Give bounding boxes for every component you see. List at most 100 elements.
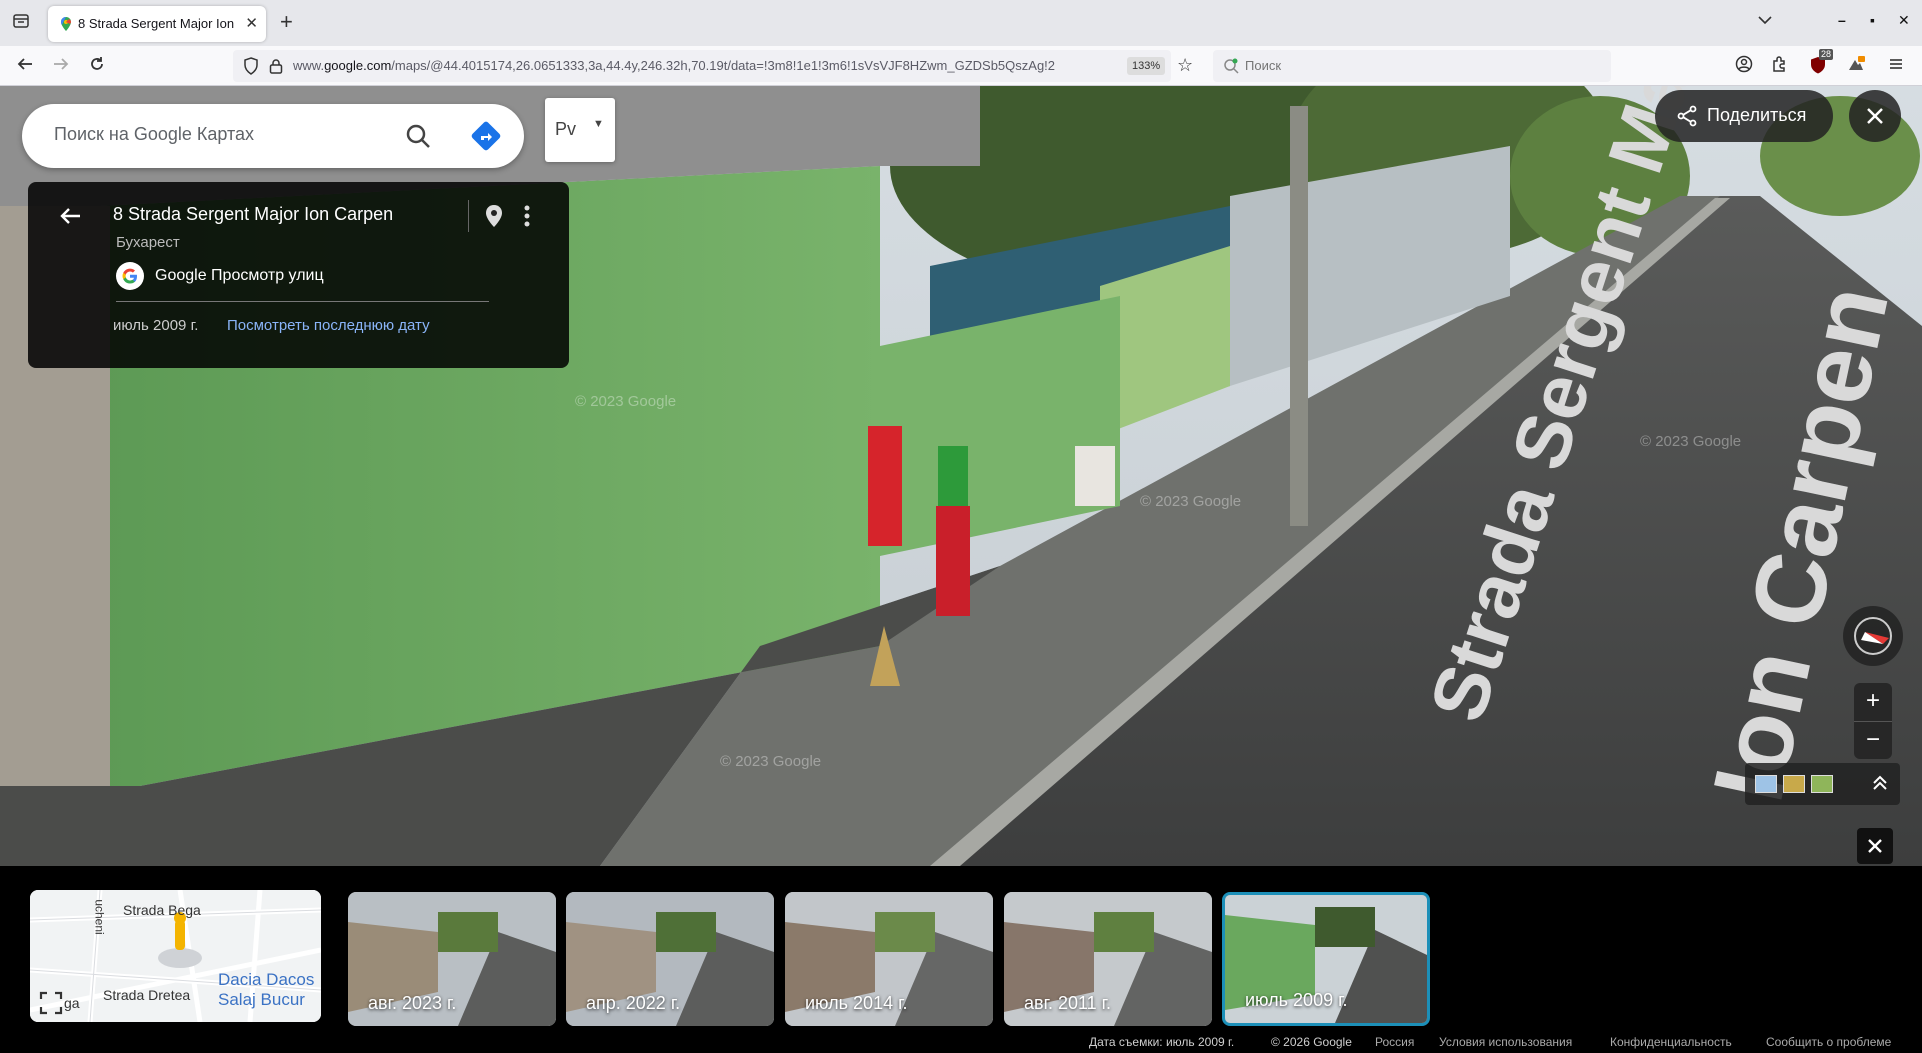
close-icon	[1868, 839, 1882, 853]
card-divider	[468, 200, 469, 232]
caret-down-icon[interactable]: ▼	[593, 118, 604, 130]
minimap-label-2: ucheni	[92, 899, 107, 935]
timeline-frame-label: июль 2014 г.	[805, 993, 908, 1013]
minimap-label-1: Strada Bega	[123, 902, 201, 918]
url-host: google.com	[324, 58, 392, 73]
back-arrow-icon[interactable]	[14, 55, 36, 77]
browser-nav-bar: www.google.com/maps/@44.4015174,26.06513…	[0, 46, 1922, 86]
share-icon	[1677, 105, 1697, 127]
window-maximize-button[interactable]: ▪	[1870, 12, 1875, 28]
timeline-frame-4-active[interactable]: июль 2009 г.	[1222, 892, 1430, 1026]
close-street-view-button[interactable]	[1849, 90, 1901, 142]
maps-search-box	[22, 104, 524, 168]
compass-control[interactable]	[1843, 606, 1903, 666]
tab-close-icon[interactable]: ✕	[245, 14, 258, 32]
footer-privacy-link[interactable]: Конфиденциальность	[1610, 1035, 1732, 1049]
window-close-button[interactable]: ✕	[1898, 12, 1910, 29]
zoom-level-badge[interactable]: 133%	[1127, 57, 1166, 75]
tab-list-icon[interactable]	[10, 12, 32, 34]
minimap-label-4: Dacia Dacos	[218, 970, 315, 989]
close-filmstrip-button[interactable]	[1857, 828, 1893, 864]
search-engine-icon	[1224, 58, 1239, 74]
ublock-shield-icon[interactable]: 28	[1807, 49, 1834, 77]
google-logo-icon	[116, 262, 144, 290]
layer-thumb-sand[interactable]	[1783, 775, 1805, 793]
timeline-frame-label: авг. 2011 г.	[1024, 993, 1112, 1013]
extension-badge-icon[interactable]	[1845, 55, 1867, 77]
watermark-3: © 2023 Google	[1640, 433, 1741, 450]
account-icon[interactable]	[1733, 55, 1755, 77]
url-bar[interactable]: www.google.com/maps/@44.4015174,26.06513…	[233, 50, 1171, 82]
zoom-control: + −	[1854, 683, 1892, 759]
url-text[interactable]: www.google.com/maps/@44.4015174,26.06513…	[293, 58, 1093, 73]
layer-label: Рv	[555, 119, 577, 139]
watermark-1: © 2023 Google	[575, 393, 676, 410]
layer-switch-button[interactable]: Рv ▼	[545, 98, 615, 162]
minimap-label-5: Salaj Bucur	[218, 990, 305, 1009]
timeline-frame-1[interactable]: апр. 2022 г.	[566, 892, 774, 1026]
footer-report-link[interactable]: Сообщить о проблеме	[1766, 1035, 1891, 1049]
timeline-frame-2[interactable]: июль 2014 г.	[785, 892, 993, 1026]
footer-copyright: © 2026 Google	[1271, 1035, 1352, 1049]
maps-favicon-icon	[61, 17, 71, 31]
url-path: /maps/@44.4015174,26.0651333,3a,44.4y,24…	[391, 58, 1056, 73]
compass-icon	[1854, 617, 1892, 655]
bookmark-star-icon[interactable]: ☆	[1177, 55, 1193, 76]
search-icon[interactable]	[402, 120, 434, 152]
footer-terms-link[interactable]: Условия использования	[1439, 1035, 1572, 1049]
capture-date: июль 2009 г.	[113, 317, 199, 334]
footer-region-link[interactable]: Россия	[1375, 1035, 1414, 1049]
share-button[interactable]: Поделиться	[1655, 90, 1833, 142]
card-divider-horizontal	[116, 301, 489, 302]
extensions-puzzle-icon[interactable]	[1769, 55, 1791, 77]
reload-icon[interactable]	[86, 55, 108, 77]
browser-tab-bar: 8 Strada Sergent Major Ion C ✕ + – ▪ ✕	[0, 0, 1922, 46]
timeline-frame-label: апр. 2022 г.	[586, 993, 681, 1013]
hamburger-menu-icon[interactable]	[1885, 55, 1907, 77]
directions-icon[interactable]	[470, 120, 502, 152]
close-icon	[1867, 108, 1883, 124]
zoom-in-button[interactable]: +	[1854, 683, 1892, 721]
location-pin-icon[interactable]	[480, 202, 508, 230]
imagery-source: Google Просмотр улиц	[155, 267, 324, 284]
maps-search-input[interactable]	[54, 124, 374, 145]
window-minimize-button[interactable]: –	[1838, 12, 1846, 28]
place-subtitle: Бухарест	[116, 234, 180, 251]
timeline-filmstrip: Strada Bega ucheni Strada Dretea Dacia D…	[0, 866, 1922, 1053]
maps-footer: Дата съемки: июль 2009 г. © 2026 Google …	[0, 1032, 1922, 1053]
expand-up-icon[interactable]	[1869, 771, 1891, 795]
browser-tab-active[interactable]: 8 Strada Sergent Major Ion C ✕	[48, 6, 266, 42]
layer-thumb-grass[interactable]	[1811, 775, 1833, 793]
tracking-shield-icon[interactable]	[243, 57, 259, 75]
watermark-4: © 2023 Google	[720, 753, 821, 770]
watermark-2: © 2023 Google	[1140, 493, 1241, 510]
see-latest-date-link[interactable]: Посмотреть последнюю дату	[227, 317, 430, 334]
browser-search-bar[interactable]	[1213, 50, 1611, 82]
layer-thumb-sky[interactable]	[1755, 775, 1777, 793]
minimap-label-3: Strada Dretea	[103, 987, 191, 1003]
timeline-frame-0[interactable]: авг. 2023 г.	[348, 892, 556, 1026]
tab-title: 8 Strada Sergent Major Ion C	[78, 16, 238, 31]
browser-search-input[interactable]	[1245, 58, 1585, 73]
zoom-out-button[interactable]: −	[1854, 721, 1892, 759]
lock-icon[interactable]	[269, 58, 283, 74]
fullscreen-icon[interactable]	[38, 990, 64, 1016]
tab-overflow-chevron-icon[interactable]	[1758, 12, 1772, 28]
street-view-viewport[interactable]: Strada Sergent Major Ion Carpen © 2023 G…	[0, 86, 1922, 866]
back-arrow-icon[interactable]	[56, 202, 84, 230]
share-label: Поделиться	[1707, 105, 1807, 125]
footer-capture-date: Дата съемки: июль 2009 г.	[1089, 1035, 1235, 1049]
timeline-frame-label: июль 2009 г.	[1245, 990, 1348, 1010]
place-info-card: 8 Strada Sergent Major Ion Carpen Бухаре…	[28, 182, 569, 368]
url-prefix: www.	[293, 58, 325, 73]
timeline-frame-3[interactable]: авг. 2011 г.	[1004, 892, 1212, 1026]
mini-map[interactable]: Strada Bega ucheni Strada Dretea Dacia D…	[30, 890, 321, 1022]
place-title: 8 Strada Sergent Major Ion Carpen	[113, 204, 394, 224]
minimap-label-6: ga	[64, 995, 80, 1011]
more-vertical-icon[interactable]	[518, 202, 536, 230]
new-tab-button[interactable]: +	[280, 10, 293, 34]
timeline-frame-label: авг. 2023 г.	[368, 993, 457, 1013]
imagery-layer-strip	[1745, 763, 1900, 805]
forward-arrow-icon[interactable]	[50, 55, 72, 77]
extension-badge-count: 28	[1819, 49, 1834, 60]
